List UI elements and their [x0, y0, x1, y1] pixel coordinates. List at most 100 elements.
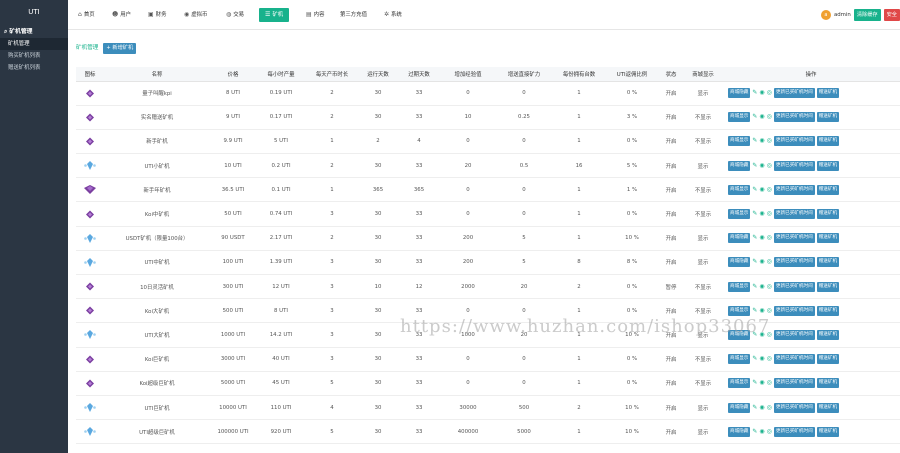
- update-purchased-time-button[interactable]: 更新已买矿机时间: [773, 160, 815, 171]
- view-icon[interactable]: ◉: [759, 378, 764, 388]
- view-icon[interactable]: ◉: [759, 330, 764, 340]
- edit-icon[interactable]: ✎: [752, 306, 757, 316]
- settings-icon[interactable]: ◎: [767, 378, 772, 388]
- update-purchased-time-button[interactable]: 更新已买矿机时间: [773, 233, 815, 244]
- update-purchased-time-button[interactable]: 更新已买矿机时间: [773, 88, 815, 99]
- edit-icon[interactable]: ✎: [752, 354, 757, 364]
- edit-icon[interactable]: ✎: [752, 88, 757, 98]
- edit-icon[interactable]: ✎: [752, 378, 757, 388]
- gift-miner-button[interactable]: 赠送矿机: [816, 184, 840, 195]
- settings-icon[interactable]: ◎: [767, 427, 772, 437]
- view-icon[interactable]: ◉: [759, 209, 764, 219]
- gift-miner-button[interactable]: 赠送矿机: [816, 426, 840, 437]
- view-icon[interactable]: ◉: [759, 282, 764, 292]
- update-purchased-time-button[interactable]: 更新已买矿机时间: [773, 112, 815, 123]
- gift-miner-button[interactable]: 赠送矿机: [816, 281, 840, 292]
- update-purchased-time-button[interactable]: 更新已买矿机时间: [773, 281, 815, 292]
- nav-coin[interactable]: ◉ 虚拟币: [184, 8, 207, 22]
- gift-miner-button[interactable]: 赠送矿机: [816, 402, 840, 413]
- gift-miner-button[interactable]: 赠送矿机: [816, 209, 840, 220]
- update-purchased-time-button[interactable]: 更新已买矿机时间: [773, 184, 815, 195]
- mall-toggle-button[interactable]: 商城隐藏: [728, 426, 751, 437]
- settings-icon[interactable]: ◎: [767, 403, 772, 413]
- nav-home[interactable]: ⌂ 首页: [78, 8, 95, 22]
- edit-icon[interactable]: ✎: [752, 330, 757, 340]
- mall-toggle-button[interactable]: 商城隐藏: [728, 233, 751, 244]
- gift-miner-button[interactable]: 赠送矿机: [816, 257, 840, 268]
- avatar[interactable]: a: [820, 10, 831, 20]
- mall-toggle-button[interactable]: 商城隐藏: [728, 402, 751, 413]
- view-icon[interactable]: ◉: [759, 233, 764, 243]
- update-purchased-time-button[interactable]: 更新已买矿机时间: [773, 136, 815, 147]
- mall-toggle-button[interactable]: 商城显示: [728, 281, 751, 292]
- edit-icon[interactable]: ✎: [752, 233, 757, 243]
- mall-toggle-button[interactable]: 商城隐藏: [728, 257, 751, 268]
- mall-toggle-button[interactable]: 商城显示: [728, 209, 751, 220]
- view-icon[interactable]: ◉: [759, 88, 764, 98]
- clear-cache-button[interactable]: 清除缓存: [853, 9, 881, 21]
- edit-icon[interactable]: ✎: [752, 209, 757, 219]
- edit-icon[interactable]: ✎: [752, 257, 757, 267]
- mall-toggle-button[interactable]: 商城隐藏: [728, 329, 751, 340]
- update-purchased-time-button[interactable]: 更新已买矿机时间: [773, 257, 815, 268]
- sidebar-group-miner[interactable]: ⌕ 矿机管理: [0, 26, 68, 38]
- settings-icon[interactable]: ◎: [767, 306, 772, 316]
- gift-miner-button[interactable]: 赠送矿机: [816, 136, 840, 147]
- sidebar-item-gift-list[interactable]: 赠送矿机列表: [0, 62, 68, 74]
- add-miner-button[interactable]: + 新增矿机: [103, 42, 137, 54]
- mall-toggle-button[interactable]: 商城显示: [728, 112, 751, 123]
- settings-icon[interactable]: ◎: [767, 233, 772, 243]
- edit-icon[interactable]: ✎: [752, 427, 757, 437]
- update-purchased-time-button[interactable]: 更新已买矿机时间: [773, 209, 815, 220]
- view-icon[interactable]: ◉: [759, 306, 764, 316]
- settings-icon[interactable]: ◎: [767, 282, 772, 292]
- edit-icon[interactable]: ✎: [752, 185, 757, 195]
- username[interactable]: admin: [834, 12, 851, 18]
- mall-toggle-button[interactable]: 商城显示: [728, 305, 751, 316]
- update-purchased-time-button[interactable]: 更新已买矿机时间: [773, 354, 815, 365]
- update-purchased-time-button[interactable]: 更新已买矿机时间: [773, 378, 815, 389]
- sidebar-item-miner-manage[interactable]: 矿机管理: [0, 38, 68, 50]
- gift-miner-button[interactable]: 赠送矿机: [816, 88, 840, 99]
- settings-icon[interactable]: ◎: [767, 136, 772, 146]
- gift-miner-button[interactable]: 赠送矿机: [816, 160, 840, 171]
- mall-toggle-button[interactable]: 商城隐藏: [728, 88, 751, 99]
- mall-toggle-button[interactable]: 商城显示: [728, 136, 751, 147]
- gift-miner-button[interactable]: 赠送矿机: [816, 112, 840, 123]
- nav-third-party-recharge[interactable]: 第三方充值: [340, 8, 367, 22]
- update-purchased-time-button[interactable]: 更新已买矿机时间: [773, 402, 815, 413]
- view-icon[interactable]: ◉: [759, 427, 764, 437]
- nav-trade[interactable]: ◍ 交易: [226, 8, 244, 22]
- settings-icon[interactable]: ◎: [767, 88, 772, 98]
- mall-toggle-button[interactable]: 商城显示: [728, 354, 751, 365]
- settings-icon[interactable]: ◎: [767, 257, 772, 267]
- update-purchased-time-button[interactable]: 更新已买矿机时间: [773, 305, 815, 316]
- view-icon[interactable]: ◉: [759, 403, 764, 413]
- view-icon[interactable]: ◉: [759, 185, 764, 195]
- update-purchased-time-button[interactable]: 更新已买矿机时间: [773, 329, 815, 340]
- nav-system[interactable]: ✲ 系统: [384, 8, 402, 22]
- settings-icon[interactable]: ◎: [767, 185, 772, 195]
- sidebar-item-purchase-list[interactable]: 购买矿机列表: [0, 50, 68, 62]
- view-icon[interactable]: ◉: [759, 257, 764, 267]
- gift-miner-button[interactable]: 赠送矿机: [816, 329, 840, 340]
- view-icon[interactable]: ◉: [759, 354, 764, 364]
- gift-miner-button[interactable]: 赠送矿机: [816, 233, 840, 244]
- nav-user[interactable]: ☻ 用户: [112, 8, 131, 22]
- gift-miner-button[interactable]: 赠送矿机: [816, 378, 840, 389]
- edit-icon[interactable]: ✎: [752, 403, 757, 413]
- tab-miner-manage[interactable]: 矿机管理: [76, 42, 98, 54]
- mall-toggle-button[interactable]: 商城显示: [728, 184, 751, 195]
- view-icon[interactable]: ◉: [759, 112, 764, 122]
- edit-icon[interactable]: ✎: [752, 136, 757, 146]
- gift-miner-button[interactable]: 赠送矿机: [816, 305, 840, 316]
- nav-content[interactable]: ▤ 内容: [306, 8, 324, 22]
- edit-icon[interactable]: ✎: [752, 161, 757, 171]
- nav-finance[interactable]: ▣ 财务: [148, 8, 166, 22]
- settings-icon[interactable]: ◎: [767, 354, 772, 364]
- update-purchased-time-button[interactable]: 更新已买矿机时间: [773, 426, 815, 437]
- settings-icon[interactable]: ◎: [767, 112, 772, 122]
- mall-toggle-button[interactable]: 商城隐藏: [728, 160, 751, 171]
- view-icon[interactable]: ◉: [759, 136, 764, 146]
- safe-exit-button[interactable]: 安全: [883, 9, 900, 21]
